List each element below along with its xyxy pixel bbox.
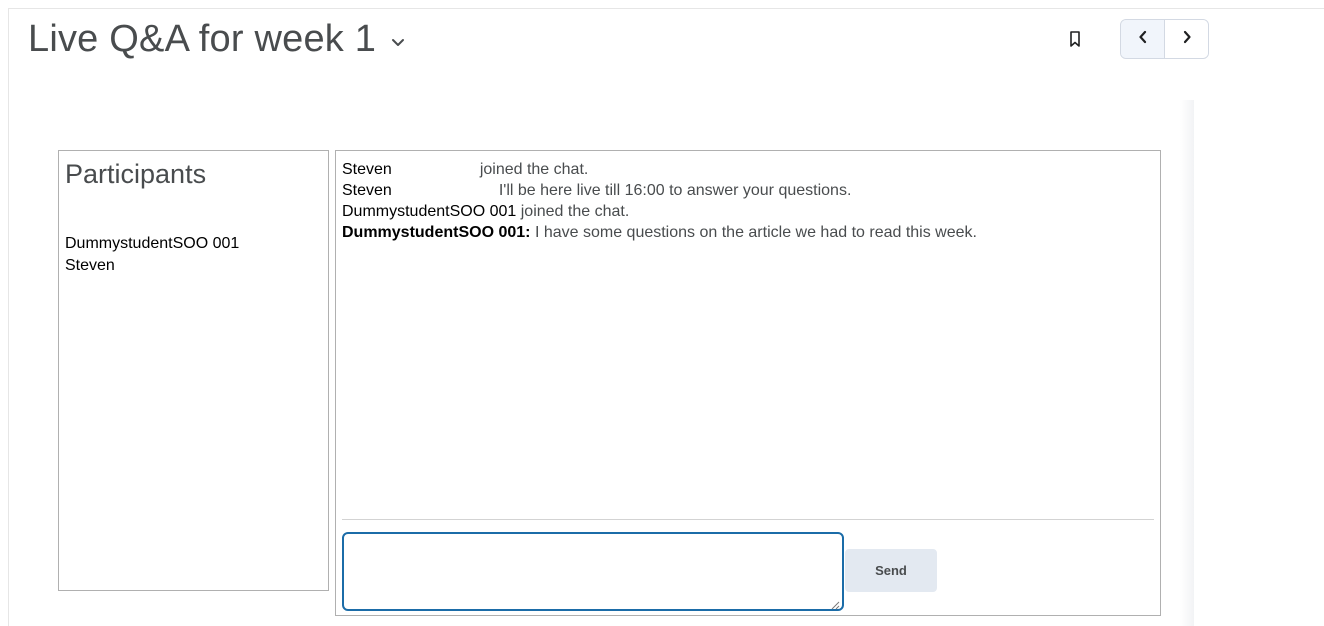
participants-panel: Participants DummystudentSOO 001 Steven — [58, 150, 329, 591]
previous-topic-button[interactable] — [1121, 20, 1164, 58]
message-text: I'll be here live till 16:00 to answer y… — [498, 182, 852, 199]
resize-handle-icon[interactable] — [830, 597, 840, 610]
scrollbar-track[interactable] — [1180, 100, 1194, 626]
divider — [342, 519, 1154, 520]
page-title: Live Q&A for week 1 — [28, 18, 377, 60]
chat-panel: Steven joined the chat. Steven I'll be her… — [335, 150, 1161, 616]
message-author: Steven — [342, 182, 392, 199]
message-author: DummystudentSOO 001: — [342, 224, 531, 241]
chat-message: DummystudentSOO 001 joined the chat. — [342, 201, 1154, 222]
next-topic-button[interactable] — [1164, 20, 1208, 58]
chevron-down-icon[interactable] — [388, 33, 408, 53]
message-list: Steven joined the chat. Steven I'll be her… — [342, 159, 1154, 243]
chevron-right-icon — [1182, 30, 1192, 49]
message-text: I have some questions on the article we … — [534, 224, 977, 241]
message-text: joined the chat. — [479, 161, 589, 178]
chat-message-input[interactable] — [342, 532, 844, 611]
participant-list: DummystudentSOO 001 Steven — [65, 233, 239, 277]
topic-navigation — [1120, 19, 1209, 59]
message-author: DummystudentSOO 001 — [342, 203, 517, 220]
chevron-left-icon — [1138, 30, 1148, 49]
chat-message: Steven joined the chat. — [342, 159, 1154, 180]
participant-item: Steven — [65, 257, 115, 274]
message-text: joined the chat. — [520, 203, 630, 220]
participant-item: DummystudentSOO 001 — [65, 235, 240, 252]
title-bar: Live Q&A for week 1 — [28, 18, 408, 61]
chat-message: Steven I'll be here live till 16:00 to an… — [342, 180, 1154, 201]
bookmark-icon[interactable] — [1068, 30, 1082, 48]
chat-message: DummystudentSOO 001: I have some questio… — [342, 222, 1154, 243]
participants-heading: Participants — [65, 159, 207, 189]
send-button[interactable]: Send — [845, 549, 937, 592]
message-author: Steven — [342, 161, 392, 178]
